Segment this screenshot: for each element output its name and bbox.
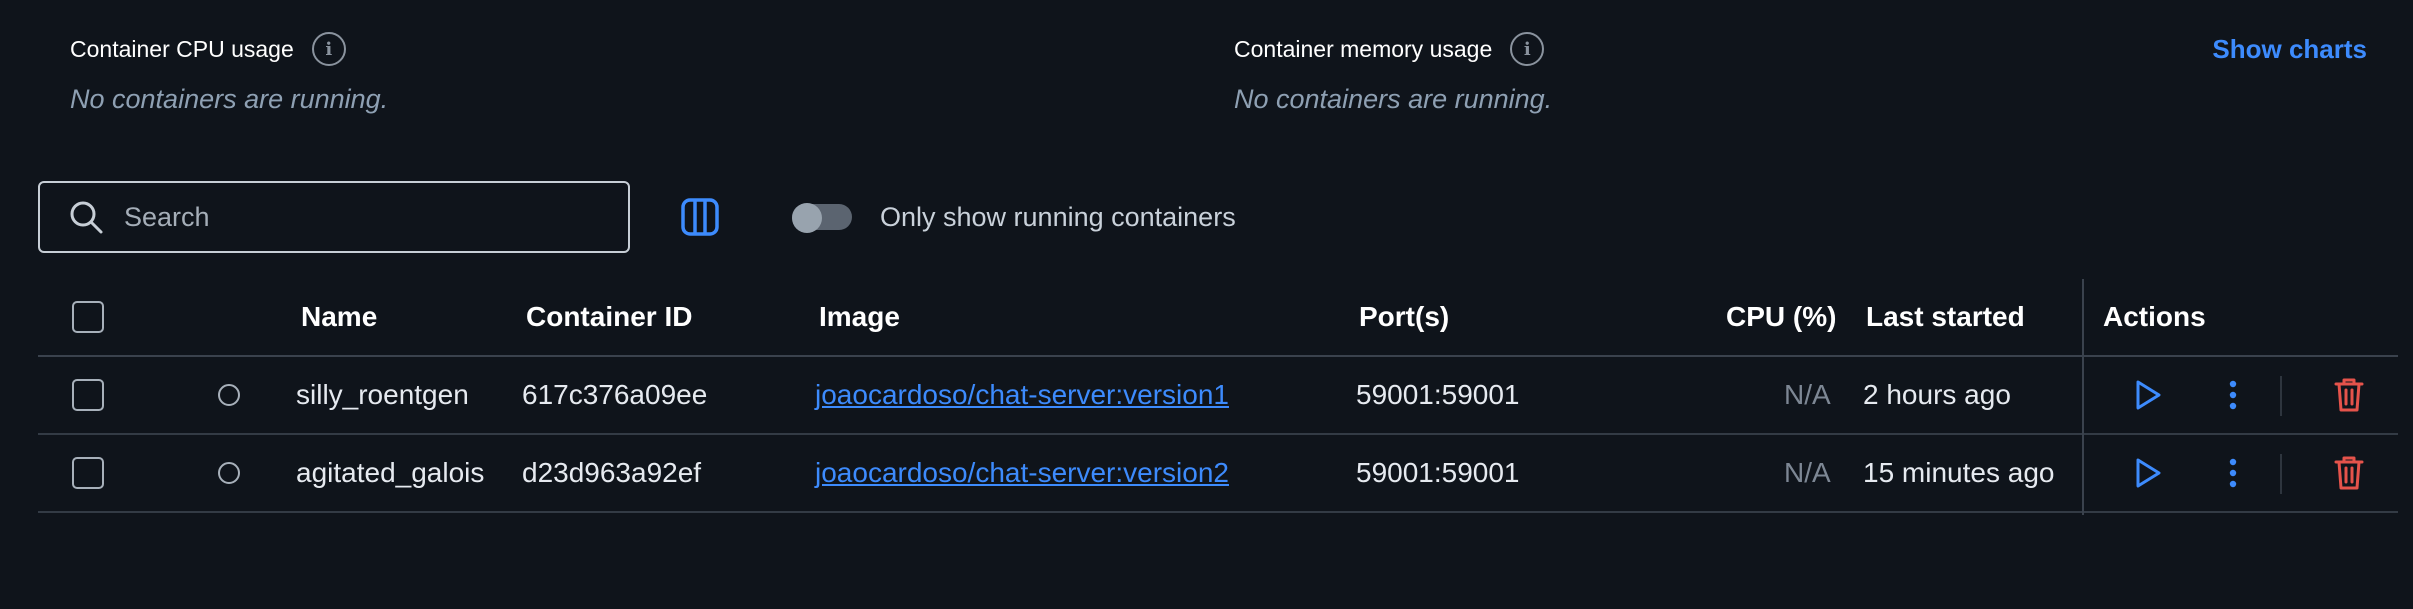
cpu-usage-title: Container CPU usage [70,35,294,62]
search-box[interactable] [38,181,630,253]
memory-usage-empty-text: No containers are running. [1234,84,1553,114]
more-actions-button[interactable] [2211,373,2255,417]
header-container-id[interactable]: Container ID [526,279,692,355]
delete-button[interactable] [2327,451,2371,495]
header-name[interactable]: Name [301,279,377,355]
container-id: 617c376a09ee [522,379,708,410]
image-link[interactable]: joaocardoso/chat-server:version2 [815,435,1229,511]
action-divider [2280,376,2282,416]
memory-usage-title: Container memory usage [1234,35,1493,62]
search-icon [70,201,103,234]
trash-icon [2334,456,2364,490]
header-last-started[interactable]: Last started [1866,279,2025,355]
columns-icon [681,198,719,236]
action-divider [2280,454,2282,494]
header-image[interactable]: Image [819,279,900,355]
info-icon[interactable]: i [311,32,346,66]
header-ports[interactable]: Port(s) [1359,279,1449,355]
table-row[interactable]: silly_roentgen 617c376a09ee joaocardoso/… [38,357,2398,435]
more-vertical-icon [2229,458,2237,488]
status-indicator-icon [218,462,240,484]
table-row[interactable]: agitated_galois d23d963a92ef joaocardoso… [38,435,2398,513]
select-all-checkbox[interactable] [72,301,104,333]
container-cpu: N/A [1784,379,1831,410]
containers-table: Name Container ID Image Port(s) CPU (%) … [38,279,2398,515]
container-name[interactable]: agitated_galois [296,435,484,511]
start-button[interactable] [2126,373,2170,417]
toggle-knob [792,203,822,233]
container-name[interactable]: silly_roentgen [296,357,469,433]
play-icon [2136,380,2161,410]
header-actions: Actions [2103,301,2206,332]
header-cpu[interactable]: CPU (%) [1726,279,1836,355]
more-actions-button[interactable] [2211,451,2255,495]
container-id: d23d963a92ef [522,457,702,488]
columns-button[interactable] [679,196,721,238]
start-button[interactable] [2126,451,2170,495]
more-vertical-icon [2229,380,2237,410]
show-charts-button[interactable]: Show charts [2212,30,2367,68]
containers-view: Container CPU usage i No containers are … [0,0,2413,609]
table-header: Name Container ID Image Port(s) CPU (%) … [38,279,2398,357]
running-only-label: Only show running containers [880,202,1236,232]
container-last-started: 2 hours ago [1863,379,2011,410]
memory-usage-panel: Container memory usage i No containers a… [1234,30,1552,115]
running-only-toggle[interactable] [792,203,852,233]
image-link[interactable]: joaocardoso/chat-server:version1 [815,357,1229,433]
play-icon [2136,458,2161,488]
status-indicator-icon [218,384,240,406]
container-last-started: 15 minutes ago [1863,457,2055,488]
container-cpu: N/A [1784,457,1831,488]
trash-icon [2334,378,2364,412]
container-ports: 59001:59001 [1356,457,1520,488]
delete-button[interactable] [2327,373,2371,417]
row-checkbox[interactable] [72,379,104,411]
actions-column-divider [2082,279,2084,515]
container-ports: 59001:59001 [1356,379,1520,410]
cpu-usage-panel: Container CPU usage i No containers are … [70,30,388,115]
row-checkbox[interactable] [72,457,104,489]
search-input[interactable] [124,197,604,237]
info-icon[interactable]: i [1510,32,1545,66]
cpu-usage-empty-text: No containers are running. [70,84,389,114]
